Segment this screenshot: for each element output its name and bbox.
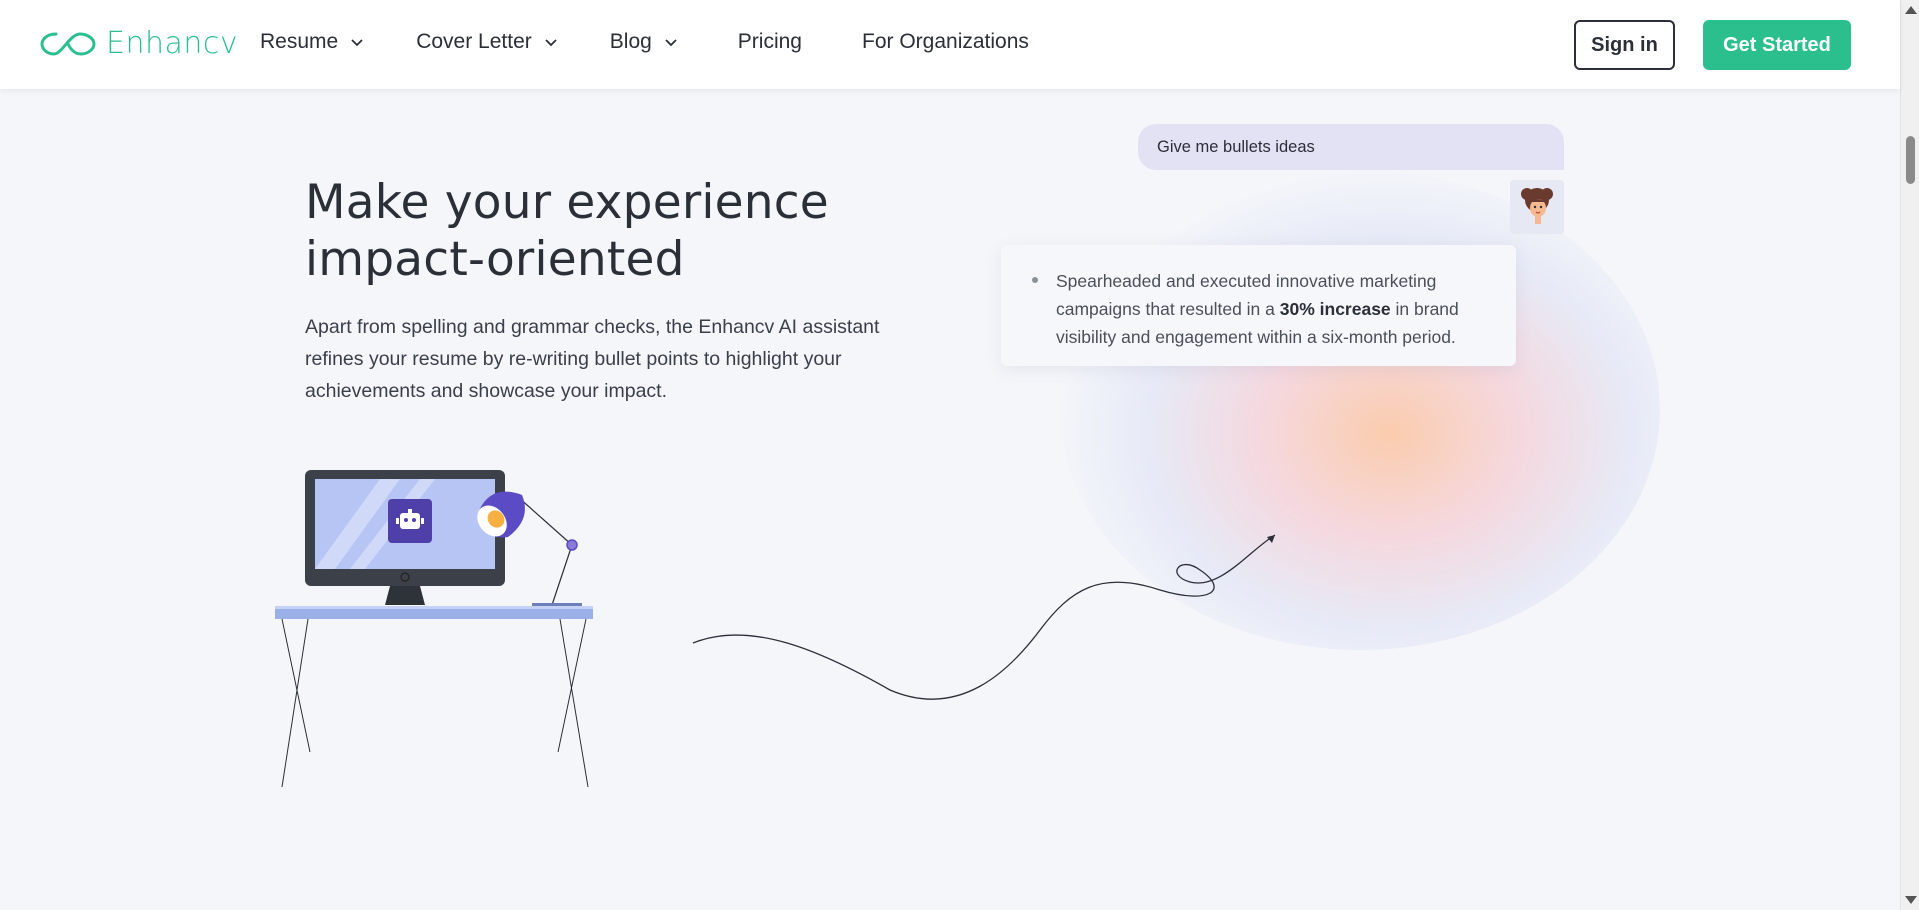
site-header: Enhancv Resume Cover Letter Blog Pricing… <box>0 0 1900 89</box>
nav-item-pricing[interactable]: Pricing <box>738 30 802 54</box>
chevron-down-icon <box>665 39 677 47</box>
scroll-down-arrow-icon[interactable] <box>1905 896 1917 904</box>
response-highlight: 30% increase <box>1279 299 1391 319</box>
nav-item-for-organizations[interactable]: For Organizations <box>862 30 1029 54</box>
chevron-down-icon <box>545 39 557 47</box>
nav-item-label: Pricing <box>737 30 802 53</box>
nav-item-label: Cover Letter <box>416 30 532 53</box>
get-started-button[interactable]: Get Started <box>1703 20 1851 70</box>
sign-in-button[interactable]: Sign in <box>1574 20 1675 70</box>
chat-response-card: Spearheaded and executed innovative mark… <box>1001 245 1516 366</box>
nav-item-blog[interactable]: Blog <box>610 30 678 54</box>
bullet-dot <box>1032 277 1038 283</box>
logo[interactable]: Enhancv <box>40 26 238 61</box>
chat-prompt-bubble: Give me bullets ideas <box>1138 124 1564 170</box>
scroll-up-arrow-icon[interactable] <box>1905 6 1917 14</box>
infinity-logo-icon <box>40 31 96 56</box>
hero-headline: Make your experience impact-oriented <box>305 175 829 287</box>
avatar <box>1510 180 1564 234</box>
nav-item-label: For Organizations <box>862 30 1029 53</box>
desk-illustration <box>275 470 593 788</box>
logo-text: Enhancv <box>106 26 239 61</box>
scroll-thumb[interactable] <box>1906 136 1915 184</box>
nav-item-label: Resume <box>260 30 339 53</box>
arrow-curve-icon <box>692 534 1276 700</box>
vertical-scrollbar[interactable] <box>1900 0 1919 910</box>
nav-item-resume[interactable]: Resume <box>260 30 364 54</box>
main-nav: Resume Cover Letter Blog Pricing For Org… <box>260 30 1081 54</box>
page: Enhancv Resume Cover Letter Blog Pricing… <box>0 0 1919 910</box>
hero-description: Apart from spelling and grammar checks, … <box>305 316 880 402</box>
chevron-down-icon <box>351 39 363 47</box>
nav-item-cover-letter[interactable]: Cover Letter <box>416 30 558 54</box>
nav-item-label: Blog <box>609 30 652 53</box>
avatar-illustration <box>1521 188 1553 224</box>
